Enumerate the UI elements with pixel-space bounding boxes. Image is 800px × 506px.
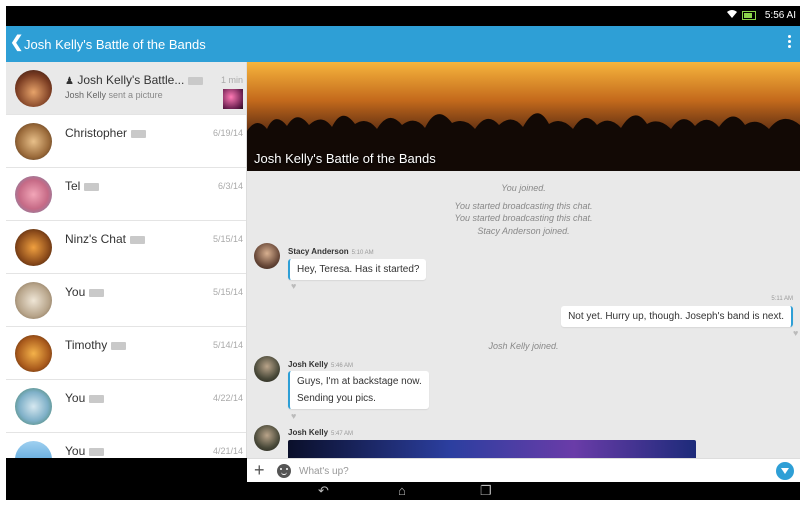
chat-list: ♟ Josh Kelly's Battle... Josh Kelly sent… — [6, 62, 247, 458]
avatar — [15, 335, 52, 372]
avatar — [15, 123, 52, 160]
chat-date: 6/19/14 — [212, 128, 243, 138]
heart-icon[interactable]: ♥ — [793, 329, 800, 338]
message-time: 5:46 AM — [331, 363, 354, 369]
chat-list-item[interactable]: Timothy 5/14/14 — [6, 327, 246, 380]
plus-icon[interactable]: + — [254, 459, 265, 481]
chat-name: Tel — [65, 179, 81, 193]
back-arrow-icon[interactable]: ❮ — [10, 35, 23, 51]
message-text: Hey, Teresa. Has it started? — [297, 264, 420, 275]
chat-list-item[interactable]: You 5/15/14 — [6, 274, 246, 327]
chat-date: 4/21/14 — [212, 446, 243, 456]
system-message: Stacy Anderson joined. — [477, 226, 570, 236]
app-bar: ❮ Josh Kelly's Battle of the Bands — [6, 26, 800, 62]
group-banner-image: Josh Kelly's Battle of the Bands — [247, 62, 800, 171]
emoji-icon[interactable] — [277, 464, 291, 478]
system-message: You started broadcasting this chat. — [454, 213, 593, 223]
avatar[interactable] — [254, 243, 280, 269]
chat-list-item[interactable]: ♟ Josh Kelly's Battle... Josh Kelly sent… — [6, 62, 246, 115]
chat-list-item[interactable]: Christopher 6/19/14 — [6, 115, 246, 168]
group-tag-icon — [131, 129, 147, 138]
message-time: 5:47 AM — [331, 431, 354, 437]
group-tag-icon — [84, 182, 100, 191]
recent-apps-icon[interactable]: ❐ — [480, 483, 492, 499]
wifi-icon — [726, 9, 738, 22]
message-bubble[interactable]: Guys, I'm at backstage now. Sending you … — [288, 371, 429, 409]
last-sender: Josh Kelly — [65, 90, 107, 100]
group-tag-icon — [89, 394, 105, 403]
tablet-screen: 5:56 AI ❮ Josh Kelly's Battle of the Ban… — [6, 6, 800, 500]
system-message: Josh Kelly joined. — [488, 341, 559, 351]
heart-icon[interactable]: ♥ — [291, 412, 300, 421]
message-time: 5:10 AM — [351, 250, 374, 256]
chat-list-item[interactable]: You 4/21/14 — [6, 433, 246, 458]
avatar — [15, 388, 52, 425]
status-time: 5:56 AI — [764, 10, 796, 21]
message-text: Not yet. Hurry up, though. Joseph's band… — [568, 311, 784, 322]
sender-name: Josh Kelly — [288, 428, 329, 437]
app-bar-title: Josh Kelly's Battle of the Bands — [24, 37, 206, 52]
group-tag-icon — [129, 235, 145, 244]
shared-photo[interactable] — [288, 440, 696, 458]
chat-list-item[interactable]: Tel 6/3/14 — [6, 168, 246, 221]
chat-name: Josh Kelly's Battle... — [77, 73, 185, 87]
chat-date: 4/22/14 — [212, 393, 243, 403]
overflow-menu-icon[interactable] — [788, 35, 792, 50]
group-tag-icon — [111, 341, 127, 350]
chat-list-item[interactable]: Ninz's Chat 5/15/14 — [6, 221, 246, 274]
chat-date: 5/15/14 — [212, 234, 243, 244]
conversation-panel: Josh Kelly's Battle of the Bands You joi… — [247, 62, 800, 458]
group-icon: ♟ — [65, 76, 74, 87]
group-tag-icon — [89, 288, 105, 297]
last-message: sent a picture — [108, 90, 163, 100]
sender-name: Stacy Anderson — [288, 247, 349, 256]
chat-date: 5/15/14 — [212, 287, 243, 297]
system-message: You joined. — [501, 183, 546, 193]
avatar[interactable] — [254, 356, 280, 382]
message-composer: + — [247, 458, 800, 482]
message-text: Sending you pics. — [297, 393, 376, 404]
send-button[interactable] — [776, 462, 794, 480]
system-message: You started broadcasting this chat. — [454, 201, 593, 211]
message-input[interactable] — [299, 462, 699, 480]
avatar — [15, 70, 52, 107]
message-bubble[interactable]: Not yet. Hurry up, though. Joseph's band… — [561, 306, 793, 327]
navigation-bar: ↶ ⌂ ❐ — [6, 482, 800, 500]
avatar — [15, 176, 52, 213]
avatar — [15, 229, 52, 266]
sender-name: Josh Kelly — [288, 360, 329, 369]
chat-date: 1 min — [220, 75, 243, 85]
picture-thumbnail — [223, 89, 243, 109]
group-tag-icon — [188, 76, 204, 85]
avatar — [15, 282, 52, 319]
banner-title: Josh Kelly's Battle of the Bands — [254, 151, 436, 166]
chat-name: You — [65, 391, 86, 405]
avatar — [15, 441, 52, 458]
message-text: Guys, I'm at backstage now. — [297, 376, 422, 387]
heart-icon[interactable]: ♥ — [291, 282, 300, 291]
chat-name: You — [65, 285, 86, 299]
home-nav-icon[interactable]: ⌂ — [398, 483, 406, 499]
avatar[interactable] — [254, 425, 280, 451]
chat-name: Christopher — [65, 126, 128, 140]
back-nav-icon[interactable]: ↶ — [318, 483, 329, 499]
group-tag-icon — [89, 447, 105, 456]
message-time: 5:11 AM — [771, 296, 793, 302]
chat-date: 5/14/14 — [212, 340, 243, 350]
chat-name: Ninz's Chat — [65, 232, 126, 246]
chat-list-item[interactable]: You 4/22/14 — [6, 380, 246, 433]
status-bar: 5:56 AI — [6, 6, 800, 26]
chat-name: You — [65, 444, 86, 458]
chat-name: Timothy — [65, 338, 108, 352]
battery-icon — [742, 11, 756, 20]
chat-date: 6/3/14 — [217, 181, 243, 191]
message-bubble[interactable]: Hey, Teresa. Has it started? — [288, 259, 427, 280]
